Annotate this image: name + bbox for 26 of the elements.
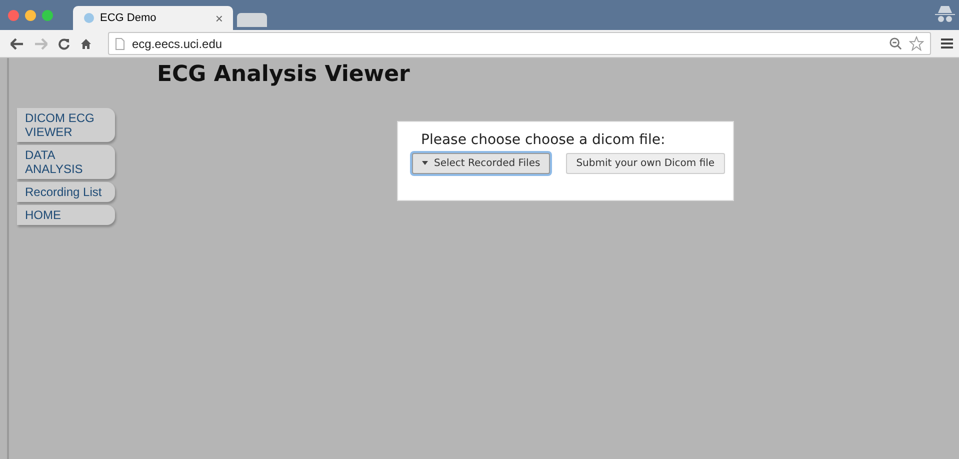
- page-title: ECG Analysis Viewer: [157, 62, 411, 87]
- close-tab-button[interactable]: ×: [215, 10, 223, 26]
- submit-button[interactable]: Submit your own Dicom file: [566, 153, 725, 174]
- back-icon[interactable]: [10, 38, 24, 50]
- nav-tab[interactable]: DATA ANALYSIS: [17, 145, 115, 179]
- star-icon[interactable]: [909, 36, 924, 51]
- caret-icon: [422, 161, 428, 166]
- forward-icon[interactable]: [34, 38, 48, 50]
- nav-tab[interactable]: Recording List: [17, 182, 115, 202]
- zoom-icon[interactable]: [889, 37, 902, 50]
- reload-icon[interactable]: [58, 38, 70, 50]
- maximize-window-dot[interactable]: [42, 10, 53, 20]
- tab-title: ECG Demo: [100, 12, 158, 24]
- incognito-icon: [934, 4, 956, 24]
- minimize-window-dot[interactable]: [25, 10, 36, 20]
- nav-tab[interactable]: DICOM ECG VIEWER: [17, 108, 115, 142]
- browser-tab[interactable]: ECG Demo ×: [73, 6, 233, 30]
- home-icon[interactable]: [80, 38, 92, 50]
- nav-tab[interactable]: HOME: [17, 205, 115, 225]
- prompt-text: Please choose choose a dicom file:: [421, 132, 666, 148]
- url-text: ecg.eecs.uci.edu: [132, 36, 222, 50]
- close-window-dot[interactable]: [8, 10, 19, 20]
- page-icon: [115, 38, 125, 50]
- select-dropdown[interactable]: Select Recorded Files: [412, 153, 550, 174]
- address-bar[interactable]: ecg.eecs.uci.edu: [108, 32, 931, 55]
- menu-icon[interactable]: [941, 38, 953, 49]
